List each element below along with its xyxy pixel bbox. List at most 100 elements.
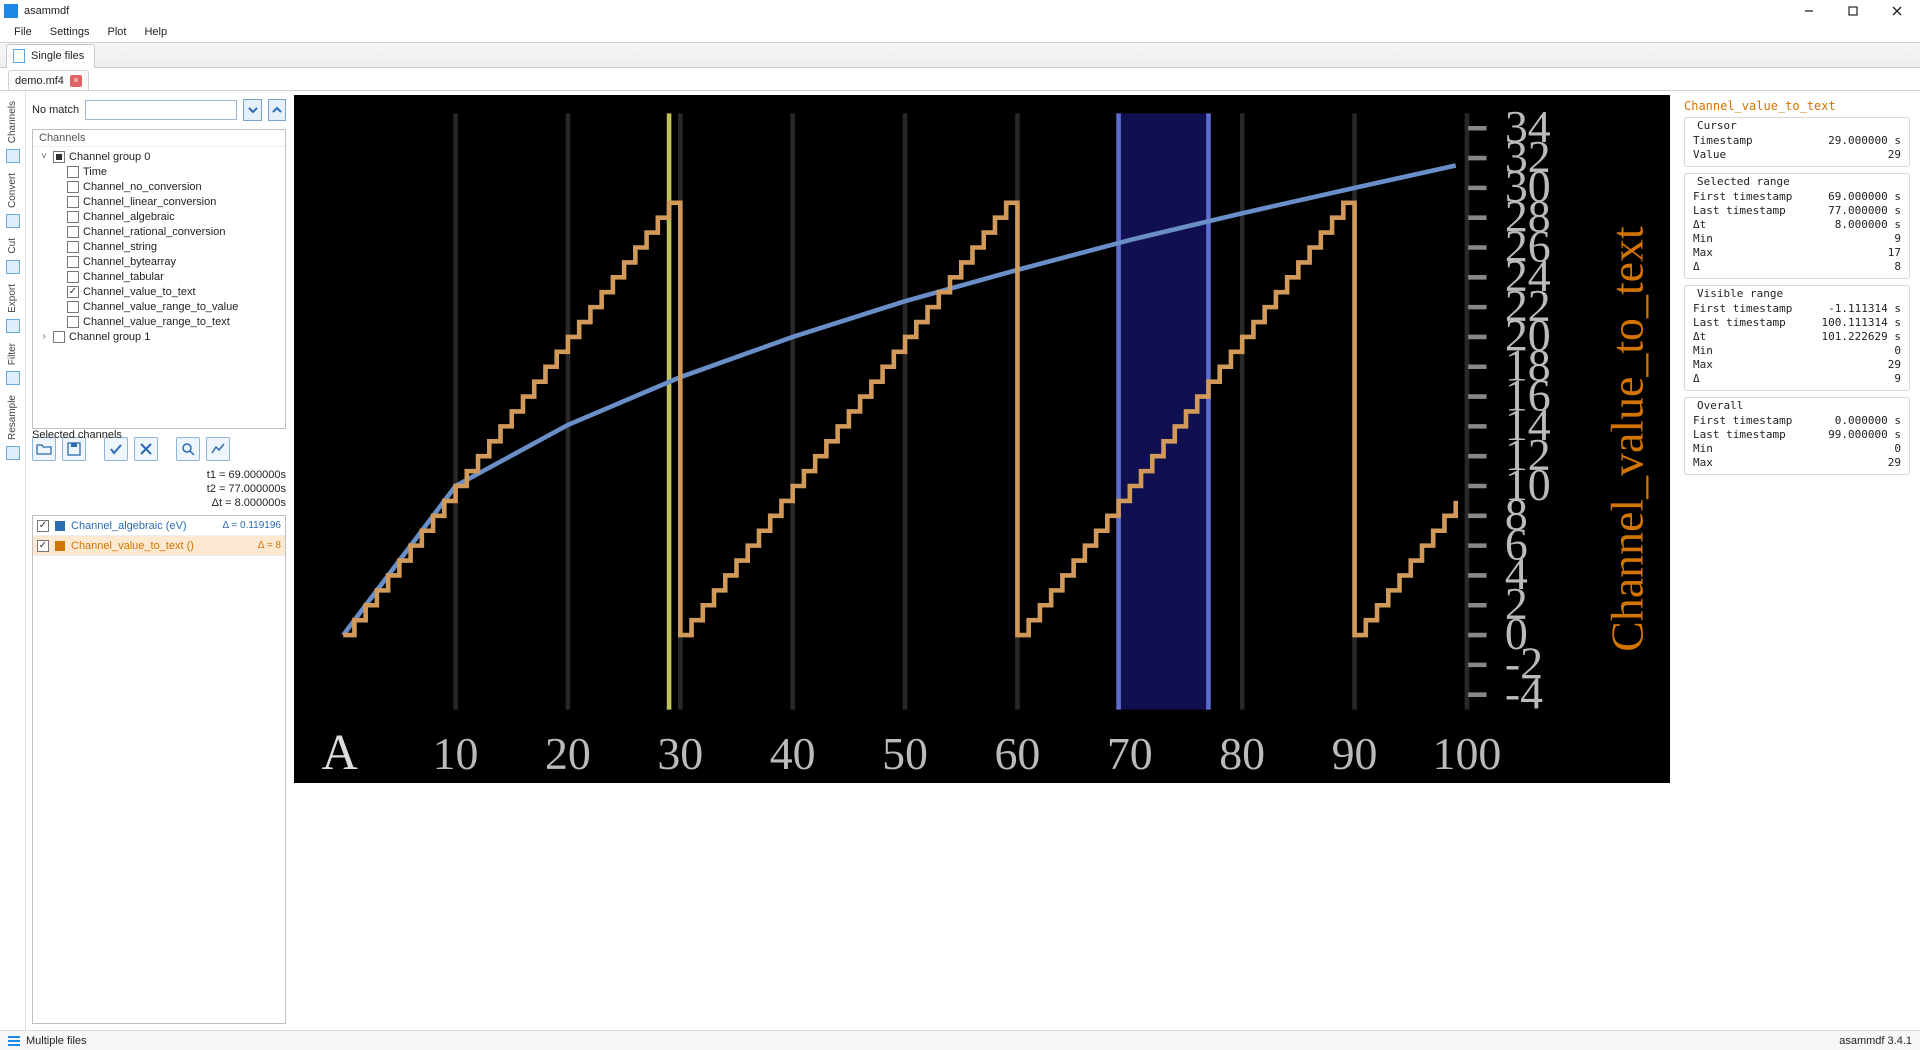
t2-label: t2 = 77.000000s (207, 483, 286, 495)
export-icon (6, 319, 20, 333)
side-tab-cut[interactable]: Cut (6, 232, 20, 276)
time-stats: t1 = 69.000000s t2 = 77.000000s Δt = 8.0… (207, 469, 286, 509)
checkbox-icon[interactable] (53, 331, 65, 343)
menu-settings[interactable]: Settings (42, 24, 98, 40)
deselect-all-button[interactable] (134, 437, 158, 461)
tree-item[interactable]: Time (39, 164, 283, 179)
menu-plot[interactable]: Plot (99, 24, 134, 40)
tree-item[interactable]: Channel_value_range_to_value (39, 299, 283, 314)
checkbox-icon[interactable] (67, 241, 79, 253)
file-tab-bar: demo.mf4 × (0, 68, 1920, 90)
info-group: Selected range First timestamp69.000000 s… (1684, 173, 1910, 279)
info-row: Last timestamp100.111314 s (1685, 316, 1909, 330)
tree-item[interactable]: Channel_rational_conversion (39, 224, 283, 239)
document-icon (13, 49, 25, 63)
mode-bar: Single files (0, 42, 1920, 68)
side-tab-filter[interactable]: Filter (6, 337, 20, 387)
search-prev-button[interactable] (268, 99, 286, 121)
checkbox-icon[interactable] (67, 196, 79, 208)
info-row: Min0 (1685, 442, 1909, 456)
checkbox-icon[interactable] (53, 151, 65, 163)
checkbox-icon[interactable] (67, 166, 79, 178)
file-tab-demo[interactable]: demo.mf4 × (8, 70, 89, 90)
checkbox-icon[interactable] (67, 256, 79, 268)
color-swatch (55, 521, 65, 531)
status-mode[interactable]: Multiple files (26, 1035, 87, 1047)
tree-item[interactable]: Channel_string (39, 239, 283, 254)
checkbox-icon[interactable] (37, 540, 49, 552)
svg-text:50: 50 (882, 728, 928, 779)
mode-tab-label: Single files (31, 50, 84, 62)
tree-item[interactable]: Channel_algebraic (39, 209, 283, 224)
checkbox-icon[interactable] (67, 286, 79, 298)
tree-item[interactable]: Channel_value_to_text (39, 284, 283, 299)
selected-channels-label: Selected channels (32, 429, 122, 509)
selected-channel-row[interactable]: Channel_algebraic (eV) Δ = 0.119196 (33, 516, 285, 536)
t1-label: t1 = 69.000000s (207, 469, 286, 481)
info-row: Δ9 (1685, 372, 1909, 386)
checkbox-icon[interactable] (37, 520, 49, 532)
status-version: asammdf 3.4.1 (1839, 1035, 1912, 1047)
maximize-button[interactable] (1834, 1, 1872, 21)
status-bar: Multiple files asammdf 3.4.1 (0, 1030, 1920, 1050)
plot-container: -4-2024681012141618202224262830323410203… (290, 91, 1678, 1030)
info-row: Max17 (1685, 246, 1909, 260)
search-row: No match (32, 97, 286, 123)
info-group: OverallFirst timestamp0.000000 sLast tim… (1684, 397, 1910, 475)
zoom-button[interactable] (176, 437, 200, 461)
info-row: Timestamp29.000000 s (1685, 134, 1909, 148)
checkbox-icon[interactable] (67, 301, 79, 313)
search-nomatch-label: No match (32, 104, 79, 116)
info-row: First timestamp69.000000 s (1685, 190, 1909, 204)
checkbox-icon[interactable] (67, 226, 79, 238)
svg-text:90: 90 (1332, 728, 1378, 779)
mode-tab-single-files[interactable]: Single files (6, 44, 95, 68)
side-tab-resample[interactable]: Resample (6, 389, 20, 462)
tree-item[interactable]: Channel_value_range_to_text (39, 314, 283, 329)
svg-text:80: 80 (1219, 728, 1265, 779)
checkbox-icon[interactable] (67, 211, 79, 223)
svg-text:60: 60 (995, 728, 1041, 779)
plot[interactable]: -4-2024681012141618202224262830323410203… (294, 95, 1670, 783)
side-tab-convert[interactable]: Convert (6, 167, 20, 230)
svg-text:34: 34 (1505, 101, 1551, 152)
minimize-button[interactable] (1790, 1, 1828, 21)
info-group-title: Cursor (1693, 119, 1741, 132)
svg-text:Channel_value_to_text: Channel_value_to_text (1601, 226, 1652, 652)
checkbox-icon[interactable] (67, 271, 79, 283)
tree-body: ˅Channel group 0TimeChannel_no_conversio… (33, 147, 285, 346)
window-title: asammdf (24, 5, 1790, 17)
row-delta: Δ = 0.119196 (223, 520, 282, 531)
selected-channels-list[interactable]: Channel_algebraic (eV) Δ = 0.119196 Chan… (32, 515, 286, 1024)
title-bar: asammdf (0, 0, 1920, 22)
checkbox-icon[interactable] (67, 316, 79, 328)
tree-group-0[interactable]: ˅Channel group 0 (39, 149, 283, 164)
info-row: Δt8.000000 s (1685, 218, 1909, 232)
selected-channel-row[interactable]: Channel_value_to_text () Δ = 8 (33, 536, 285, 556)
menu-help[interactable]: Help (136, 24, 175, 40)
resample-icon (6, 446, 20, 460)
info-row: Δt101.222629 s (1685, 330, 1909, 344)
info-panel: Channel_value_to_text CursorTimestamp29.… (1678, 91, 1920, 1030)
channels-tree[interactable]: Channels ˅Channel group 0TimeChannel_no_… (32, 129, 286, 429)
multiple-files-icon (8, 1036, 20, 1046)
side-tab-channels[interactable]: Channels (6, 95, 20, 165)
tree-item[interactable]: Channel_linear_conversion (39, 194, 283, 209)
info-group-title: Visible range (1693, 287, 1787, 300)
search-input[interactable] (85, 100, 237, 120)
plot-button[interactable] (206, 437, 230, 461)
tree-item[interactable]: Channel_no_conversion (39, 179, 283, 194)
menu-file[interactable]: File (6, 24, 40, 40)
side-tab-export[interactable]: Export (6, 278, 20, 335)
info-row: First timestamp-1.111314 s (1685, 302, 1909, 316)
close-icon[interactable]: × (70, 75, 82, 87)
tree-group-1[interactable]: ›Channel group 1 (39, 329, 283, 344)
search-next-button[interactable] (243, 99, 261, 121)
tree-item[interactable]: Channel_tabular (39, 269, 283, 284)
close-button[interactable] (1878, 1, 1916, 21)
info-group-title: Selected range (1693, 175, 1794, 188)
tree-item[interactable]: Channel_bytearray (39, 254, 283, 269)
svg-text:30: 30 (657, 728, 703, 779)
info-row: Max29 (1685, 358, 1909, 372)
checkbox-icon[interactable] (67, 181, 79, 193)
